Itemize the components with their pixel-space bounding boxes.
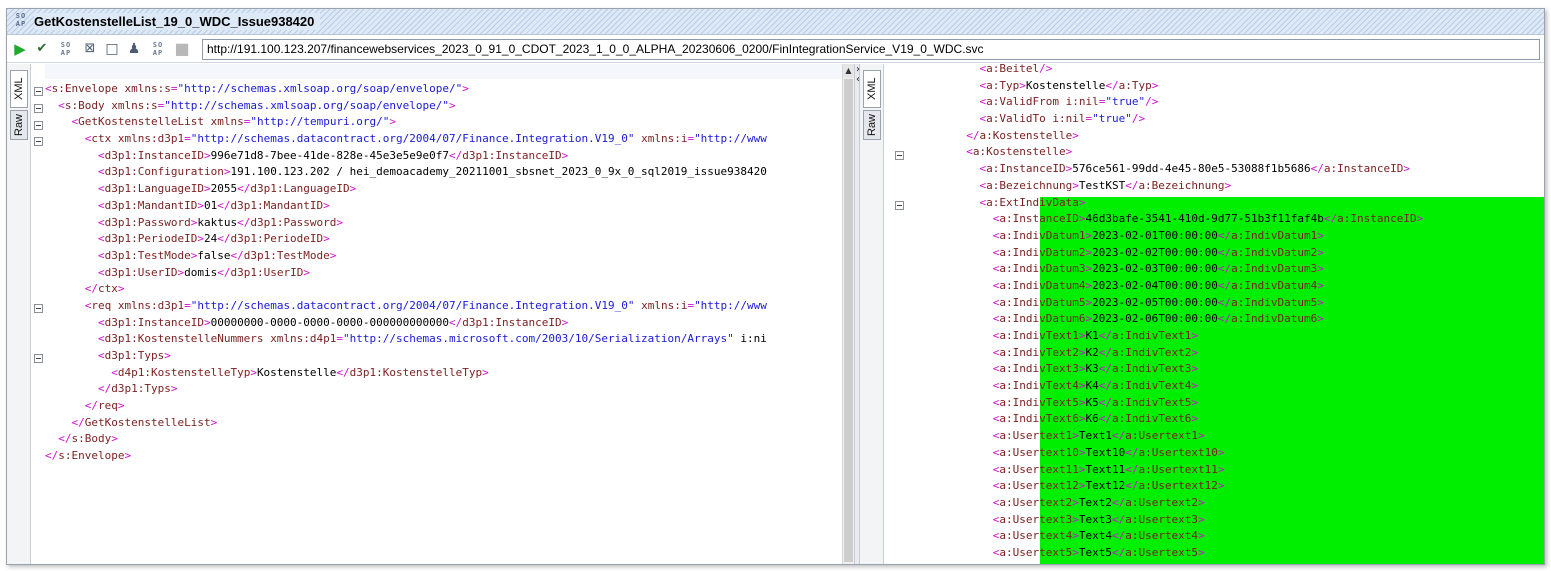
- request-scrollbar[interactable]: ▲: [842, 64, 854, 564]
- code-line[interactable]: <a:ValidTo i:nil="true"/>: [900, 111, 1544, 128]
- soap-icon: SO AP: [15, 12, 27, 28]
- code-line[interactable]: </d3p1:Typs>: [45, 381, 842, 398]
- request-pane: XML Raw <s:Envelope xmlns:s="http://sche…: [7, 64, 854, 564]
- code-line[interactable]: <a:Usertext6>Text6</a:Usertext6>: [900, 562, 1544, 564]
- code-line[interactable]: <a:Kostenstelle>: [900, 144, 1544, 161]
- response-xml-editor[interactable]: <a:Beitel/> <a:Typ>Kostenstelle</a:Typ> …: [900, 64, 1544, 564]
- code-line[interactable]: <a:IndivText1>K1</a:IndivText1>: [900, 328, 1544, 345]
- fit-icon[interactable]: ⊠: [81, 40, 99, 58]
- code-line[interactable]: <a:ValidFrom i:nil="true"/>: [900, 94, 1544, 111]
- code-line[interactable]: <a:IndivDatum3>2023-02-03T00:00:00</a:In…: [900, 261, 1544, 278]
- fold-toggle[interactable]: [34, 121, 43, 130]
- check-icon[interactable]: ✔: [33, 40, 51, 58]
- code-line[interactable]: </GetKostenstelleList>: [45, 415, 842, 432]
- code-line[interactable]: <req xmlns:d3p1="http://schemas.datacont…: [45, 298, 842, 315]
- code-line[interactable]: <a:IndivText6>K6</a:IndivText6>: [900, 411, 1544, 428]
- fold-gutter: [32, 64, 46, 564]
- square-icon[interactable]: ■: [173, 40, 191, 58]
- response-view-tabs: XML Raw: [860, 64, 884, 564]
- run-icon[interactable]: ▶: [11, 40, 29, 58]
- scroll-thumb[interactable]: [844, 79, 853, 562]
- code-line[interactable]: <a:IndivText3>K3</a:IndivText3>: [900, 361, 1544, 378]
- code-line[interactable]: <a:Usertext12>Text12</a:Usertext12>: [900, 478, 1544, 495]
- code-line[interactable]: <a:IndivDatum4>2023-02-04T00:00:00</a:In…: [900, 278, 1544, 295]
- code-line[interactable]: <d3p1:Password>kaktus</d3p1:Password>: [45, 215, 842, 232]
- code-line[interactable]: <a:IndivText4>K4</a:IndivText4>: [900, 378, 1544, 395]
- window-title: GetKostenstelleList_19_0_WDC_Issue938420: [34, 13, 321, 30]
- code-line[interactable]: <a:Typ>Kostenstelle</a:Typ>: [900, 78, 1544, 95]
- code-line[interactable]: <d3p1:KostenstelleNummers xmlns:d4p1="ht…: [45, 331, 842, 348]
- code-line[interactable]: <a:IndivDatum1>2023-02-01T00:00:00</a:In…: [900, 228, 1544, 245]
- code-line[interactable]: <d4p1:KostenstelleTyp>Kostenstelle</d3p1…: [45, 365, 842, 382]
- fold-toggle[interactable]: [34, 304, 43, 313]
- code-line[interactable]: <a:Beitel/>: [900, 64, 1544, 78]
- code-line[interactable]: <a:Usertext3>Text3</a:Usertext3>: [900, 512, 1544, 529]
- code-line[interactable]: <a:Usertext10>Text10</a:Usertext10>: [900, 445, 1544, 462]
- tab-raw[interactable]: Raw: [863, 110, 881, 140]
- code-line[interactable]: <d3p1:UserID>domis</d3p1:UserID>: [45, 265, 842, 282]
- code-line[interactable]: <a:InstanceID>576ce561-99dd-4e45-80e5-53…: [900, 161, 1544, 178]
- code-line[interactable]: <d3p1:InstanceID>00000000-0000-0000-0000…: [45, 315, 842, 332]
- response-pane: XML Raw <a:Beitel/> <a:Typ>Kostenstelle<…: [860, 64, 1544, 564]
- code-line[interactable]: <a:Usertext5>Text5</a:Usertext5>: [900, 545, 1544, 562]
- code-line[interactable]: <a:Usertext4>Text4</a:Usertext4>: [900, 528, 1544, 545]
- code-line[interactable]: <a:ExtIndivData>: [900, 195, 1544, 212]
- code-line[interactable]: <GetKostenstelleList xmlns="http://tempu…: [45, 114, 842, 131]
- code-line[interactable]: <a:IndivDatum5>2023-02-05T00:00:00</a:In…: [900, 295, 1544, 312]
- code-line[interactable]: </s:Body>: [45, 431, 842, 448]
- user-icon[interactable]: ♟: [125, 40, 143, 58]
- code-line[interactable]: </ctx>: [45, 281, 842, 298]
- soap-wsdl-icon[interactable]: SO AP: [57, 40, 75, 58]
- fold-toggle[interactable]: [34, 137, 43, 146]
- code-line[interactable]: <a:InstanceID>46d3bafe-3541-410d-9d77-51…: [900, 211, 1544, 228]
- code-line[interactable]: <ctx xmlns:d3p1="http://schemas.datacont…: [45, 131, 842, 148]
- request-xml-editor[interactable]: <s:Envelope xmlns:s="http://schemas.xmls…: [45, 81, 842, 465]
- code-line[interactable]: <d3p1:Typs>: [45, 348, 842, 365]
- scroll-up-icon[interactable]: ▲: [843, 64, 854, 78]
- code-line[interactable]: <s:Envelope xmlns:s="http://schemas.xmls…: [45, 81, 842, 98]
- code-line[interactable]: <a:IndivDatum2>2023-02-02T00:00:00</a:In…: [900, 245, 1544, 262]
- toolbar: ▶ ✔ SO AP ⊠ □ ♟ SO AP ■ http://191.100.123…: [7, 36, 1544, 63]
- code-line[interactable]: <d3p1:LanguageID>2055</d3p1:LanguageID>: [45, 181, 842, 198]
- tab-xml[interactable]: XML: [863, 70, 881, 108]
- code-line[interactable]: <a:Usertext2>Text2</a:Usertext2>: [900, 495, 1544, 512]
- tab-xml[interactable]: XML: [10, 70, 28, 108]
- code-line[interactable]: </req>: [45, 398, 842, 415]
- code-line[interactable]: <a:Usertext11>Text11</a:Usertext11>: [900, 462, 1544, 479]
- code-line[interactable]: <d3p1:PeriodeID>24</d3p1:PeriodeID>: [45, 231, 842, 248]
- endpoint-url-input[interactable]: http://191.100.123.207/financewebservice…: [202, 39, 1540, 60]
- fold-toggle[interactable]: [34, 354, 43, 363]
- code-line[interactable]: </a:Kostenstelle>: [900, 128, 1544, 145]
- soap-icon-2[interactable]: SO AP: [149, 40, 167, 58]
- stop-icon[interactable]: □: [103, 40, 121, 58]
- code-line[interactable]: <a:IndivDatum6>2023-02-06T00:00:00</a:In…: [900, 311, 1544, 328]
- soap-request-window: SO AP GetKostenstelleList_19_0_WDC_Issue…: [6, 8, 1545, 565]
- code-line[interactable]: <a:IndivText2>K2</a:IndivText2>: [900, 345, 1544, 362]
- tab-raw[interactable]: Raw: [10, 110, 28, 140]
- code-line[interactable]: <d3p1:MandantID>01</d3p1:MandantID>: [45, 198, 842, 215]
- request-view-tabs: XML Raw: [7, 64, 31, 564]
- code-line[interactable]: <d3p1:InstanceID>996e71d8-7bee-41de-828e…: [45, 148, 842, 165]
- code-line[interactable]: </s:Envelope>: [45, 448, 842, 465]
- fold-toggle[interactable]: [34, 87, 43, 96]
- editor-top-band: [45, 64, 842, 79]
- code-line[interactable]: <a:Usertext1>Text1</a:Usertext1>: [900, 428, 1544, 445]
- code-line[interactable]: <d3p1:Configuration>191.100.123.202 / he…: [45, 164, 842, 181]
- code-line[interactable]: <a:Bezeichnung>TestKST</a:Bezeichnung>: [900, 178, 1544, 195]
- title-bar: SO AP GetKostenstelleList_19_0_WDC_Issue…: [7, 9, 1544, 35]
- code-line[interactable]: <a:IndivText5>K5</a:IndivText5>: [900, 395, 1544, 412]
- code-line[interactable]: <s:Body xmlns:s="http://schemas.xmlsoap.…: [45, 98, 842, 115]
- fold-toggle[interactable]: [34, 104, 43, 113]
- code-line[interactable]: <d3p1:TestMode>false</d3p1:TestMode>: [45, 248, 842, 265]
